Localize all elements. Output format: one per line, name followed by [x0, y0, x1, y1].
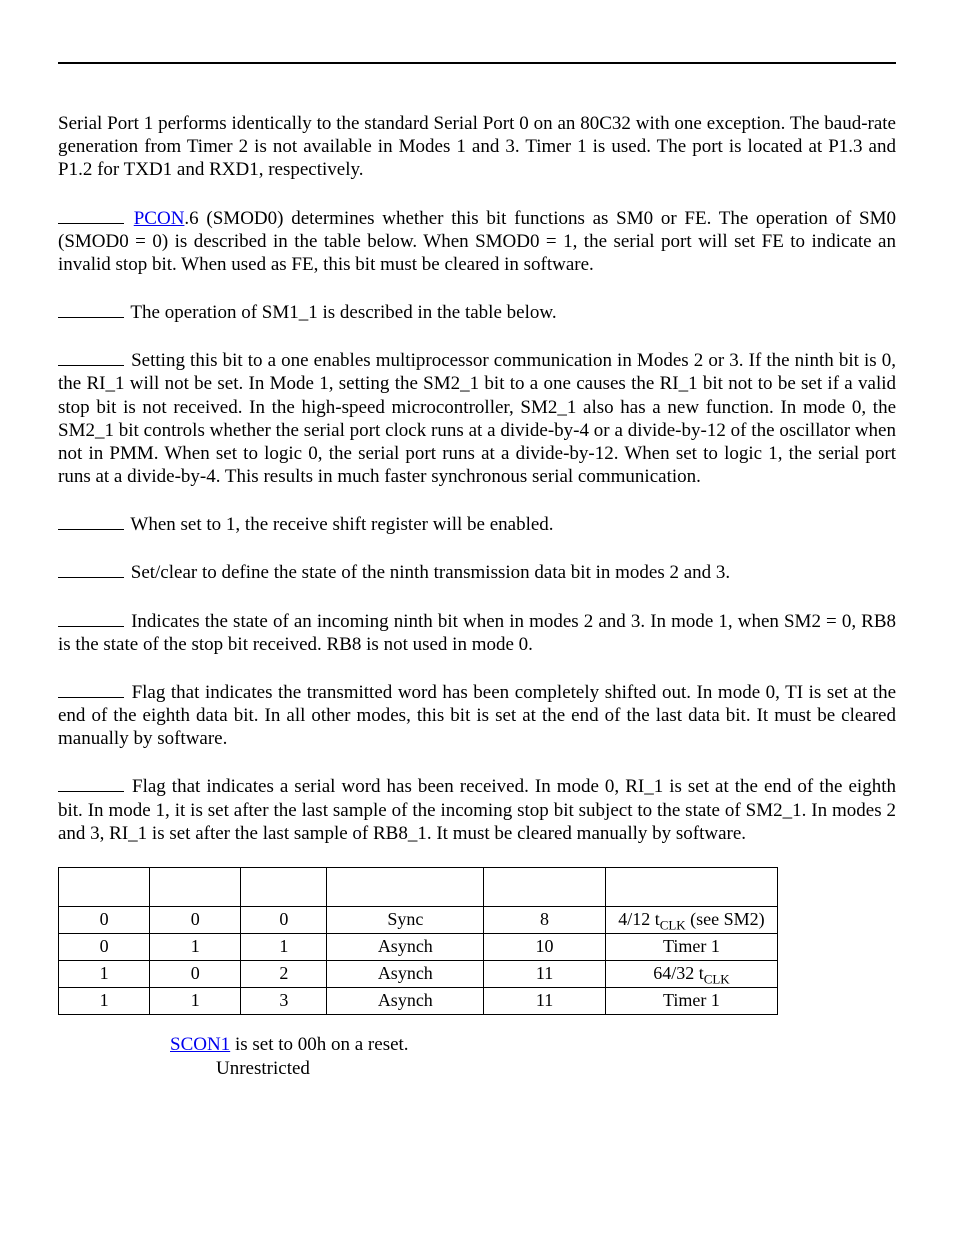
bit-ren-text: When set to 1, the receive shift registe… — [130, 514, 553, 535]
table-cell: 0 — [150, 906, 241, 933]
table-row: 011Asynch10Timer 1 — [59, 933, 778, 960]
bit-lead — [58, 204, 124, 224]
bit-lead — [58, 772, 124, 792]
top-rule — [58, 62, 896, 64]
table-cell: 0 — [59, 933, 150, 960]
bit-rb8-text: Indicates the state of an incoming ninth… — [58, 611, 896, 655]
table-row: 102Asynch1164/32 tCLK — [59, 960, 778, 987]
mode-table: 000Sync84/12 tCLK (see SM2)011Asynch10Ti… — [58, 867, 778, 1015]
bit-ti: Flag that indicates the transmitted word… — [58, 678, 896, 751]
bit-rb8: Indicates the state of an incoming ninth… — [58, 607, 896, 656]
table-cell-period: 64/32 tCLK — [605, 960, 777, 987]
footer-rest: is set to 00h on a reset. — [230, 1034, 408, 1055]
bit-tb8: Set/clear to define the state of the nin… — [58, 558, 896, 584]
table-cell: 2 — [241, 960, 327, 987]
table-cell: 1 — [59, 987, 150, 1014]
intro-paragraph: Serial Port 1 performs identically to th… — [58, 112, 896, 182]
bit-sm1-text: The operation of SM1_1 is described in t… — [130, 302, 556, 323]
table-cell-period: Timer 1 — [605, 987, 777, 1014]
scon1-link[interactable]: SCON1 — [170, 1034, 230, 1055]
table-row: 113Asynch11Timer 1 — [59, 987, 778, 1014]
mode-table-header — [59, 867, 778, 906]
bit-sm0fe: PCON.6 (SMOD0) determines whether this b… — [58, 204, 896, 277]
table-cell: 1 — [59, 960, 150, 987]
bit-lead — [58, 558, 124, 578]
footer-line1: SCON1 is set to 00h on a reset. — [170, 1033, 896, 1057]
table-row: 000Sync84/12 tCLK (see SM2) — [59, 906, 778, 933]
table-cell: 0 — [241, 906, 327, 933]
table-cell: 0 — [59, 906, 150, 933]
bit-sm1: The operation of SM1_1 is described in t… — [58, 298, 896, 324]
table-cell: 10 — [484, 933, 606, 960]
table-cell-period: Timer 1 — [605, 933, 777, 960]
bit-ti-text: Flag that indicates the transmitted word… — [58, 682, 896, 749]
page: Serial Port 1 performs identically to th… — [0, 0, 954, 1120]
table-cell: 1 — [241, 933, 327, 960]
bit-ri: Flag that indicates a serial word has be… — [58, 772, 896, 845]
bit-lead — [58, 298, 124, 318]
table-cell: 0 — [150, 960, 241, 987]
bit-sm2-text: Setting this bit to a one enables multip… — [58, 350, 896, 487]
table-cell: 1 — [150, 987, 241, 1014]
bit-lead — [58, 607, 124, 627]
pcon-link[interactable]: PCON — [134, 208, 185, 229]
bit-sm0fe-text: .6 (SMOD0) determines whether this bit f… — [58, 208, 896, 275]
bit-ren: When set to 1, the receive shift registe… — [58, 510, 896, 536]
table-cell: 11 — [484, 960, 606, 987]
table-cell: 3 — [241, 987, 327, 1014]
bit-lead — [58, 346, 124, 366]
footer: SCON1 is set to 00h on a reset. Unrestri… — [58, 1033, 896, 1081]
bit-sm2: Setting this bit to a one enables multip… — [58, 346, 896, 488]
table-cell-period: 4/12 tCLK (see SM2) — [605, 906, 777, 933]
footer-line2: Unrestricted — [170, 1057, 896, 1081]
table-cell: 11 — [484, 987, 606, 1014]
table-cell: 1 — [150, 933, 241, 960]
table-cell: Asynch — [327, 987, 484, 1014]
table-cell: 8 — [484, 906, 606, 933]
table-cell: Asynch — [327, 933, 484, 960]
bit-lead — [58, 510, 124, 530]
bit-ri-text: Flag that indicates a serial word has be… — [58, 776, 896, 843]
bit-tb8-text: Set/clear to define the state of the nin… — [131, 562, 730, 583]
table-cell: Sync — [327, 906, 484, 933]
bit-lead — [58, 678, 124, 698]
table-cell: Asynch — [327, 960, 484, 987]
